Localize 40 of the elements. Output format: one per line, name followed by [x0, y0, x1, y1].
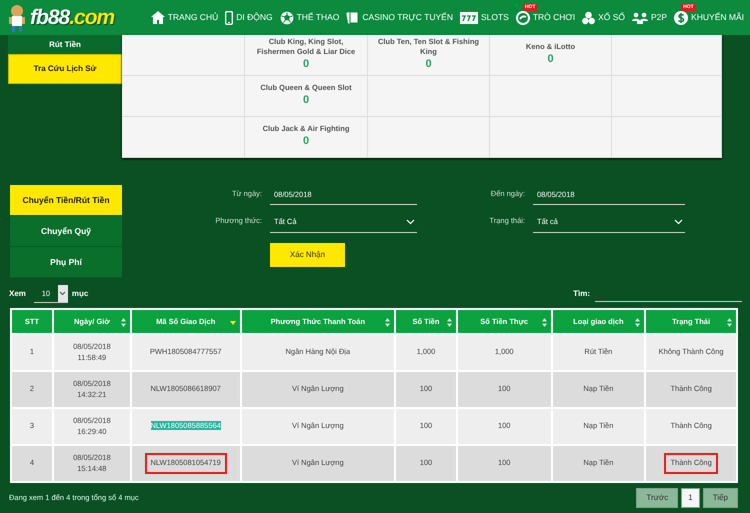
mascot-drawing	[6, 4, 28, 32]
nav-link[interactable]: KHUYẾN MÃI	[674, 10, 744, 24]
sidebar-item[interactable]: Rút Tiền	[8, 35, 122, 54]
game-balance: 0	[425, 57, 432, 72]
search-label: Tìm:	[573, 288, 590, 300]
chevron-down-icon	[674, 219, 683, 225]
slot-machine-icon	[460, 12, 478, 24]
home-icon	[150, 11, 165, 24]
nav-link[interactable]: TRANG CHỦ	[150, 11, 218, 24]
nav-link[interactable]: CASINO TRỰC TUYẾN	[346, 11, 453, 24]
entries-label: mục	[72, 288, 88, 300]
page-button[interactable]: 1	[681, 488, 700, 508]
nav-link[interactable]: THỂ THAO	[280, 10, 340, 24]
pagination-button[interactable]: Tiếp	[702, 488, 738, 508]
people-icon	[632, 12, 648, 24]
game-balance: 0	[302, 57, 310, 72]
sidebar-item[interactable]: Phụ Phí	[10, 247, 122, 278]
sidebar-item[interactable]: Chuyển Tiền/Rút Tiền	[10, 185, 122, 216]
nav-link[interactable]: XỔ SỐ	[582, 10, 626, 24]
balls-icon	[582, 10, 596, 24]
game-balance: 0	[302, 93, 310, 108]
confirm-button[interactable]: Xác Nhận	[270, 242, 345, 266]
game-balance: 0	[302, 134, 310, 150]
sidebar-item[interactable]: Tra Cứu Lịch Sử	[8, 54, 122, 84]
nav-link[interactable]: P2P	[632, 11, 668, 24]
sidebar-item[interactable]: Chuyển Quỹ	[10, 216, 122, 247]
phone-icon	[225, 10, 234, 24]
nav-link[interactable]: SLOTS	[460, 11, 509, 24]
soccer-ball-icon	[280, 10, 294, 24]
chevron-down-icon	[59, 291, 66, 296]
logo-text[interactable]: fb88.com	[30, 2, 114, 34]
chevron-down-icon	[406, 219, 415, 225]
circle-icon	[516, 10, 530, 24]
pagination-button[interactable]: Trước	[636, 488, 678, 508]
cards-icon	[346, 11, 360, 24]
nav-link[interactable]: DI ĐỘNG	[225, 10, 273, 24]
dollar-icon	[674, 10, 688, 24]
game-balance: 0	[547, 52, 554, 68]
show-label: Xem	[9, 288, 26, 300]
nav-link[interactable]: TRÒ CHƠI	[516, 10, 576, 24]
